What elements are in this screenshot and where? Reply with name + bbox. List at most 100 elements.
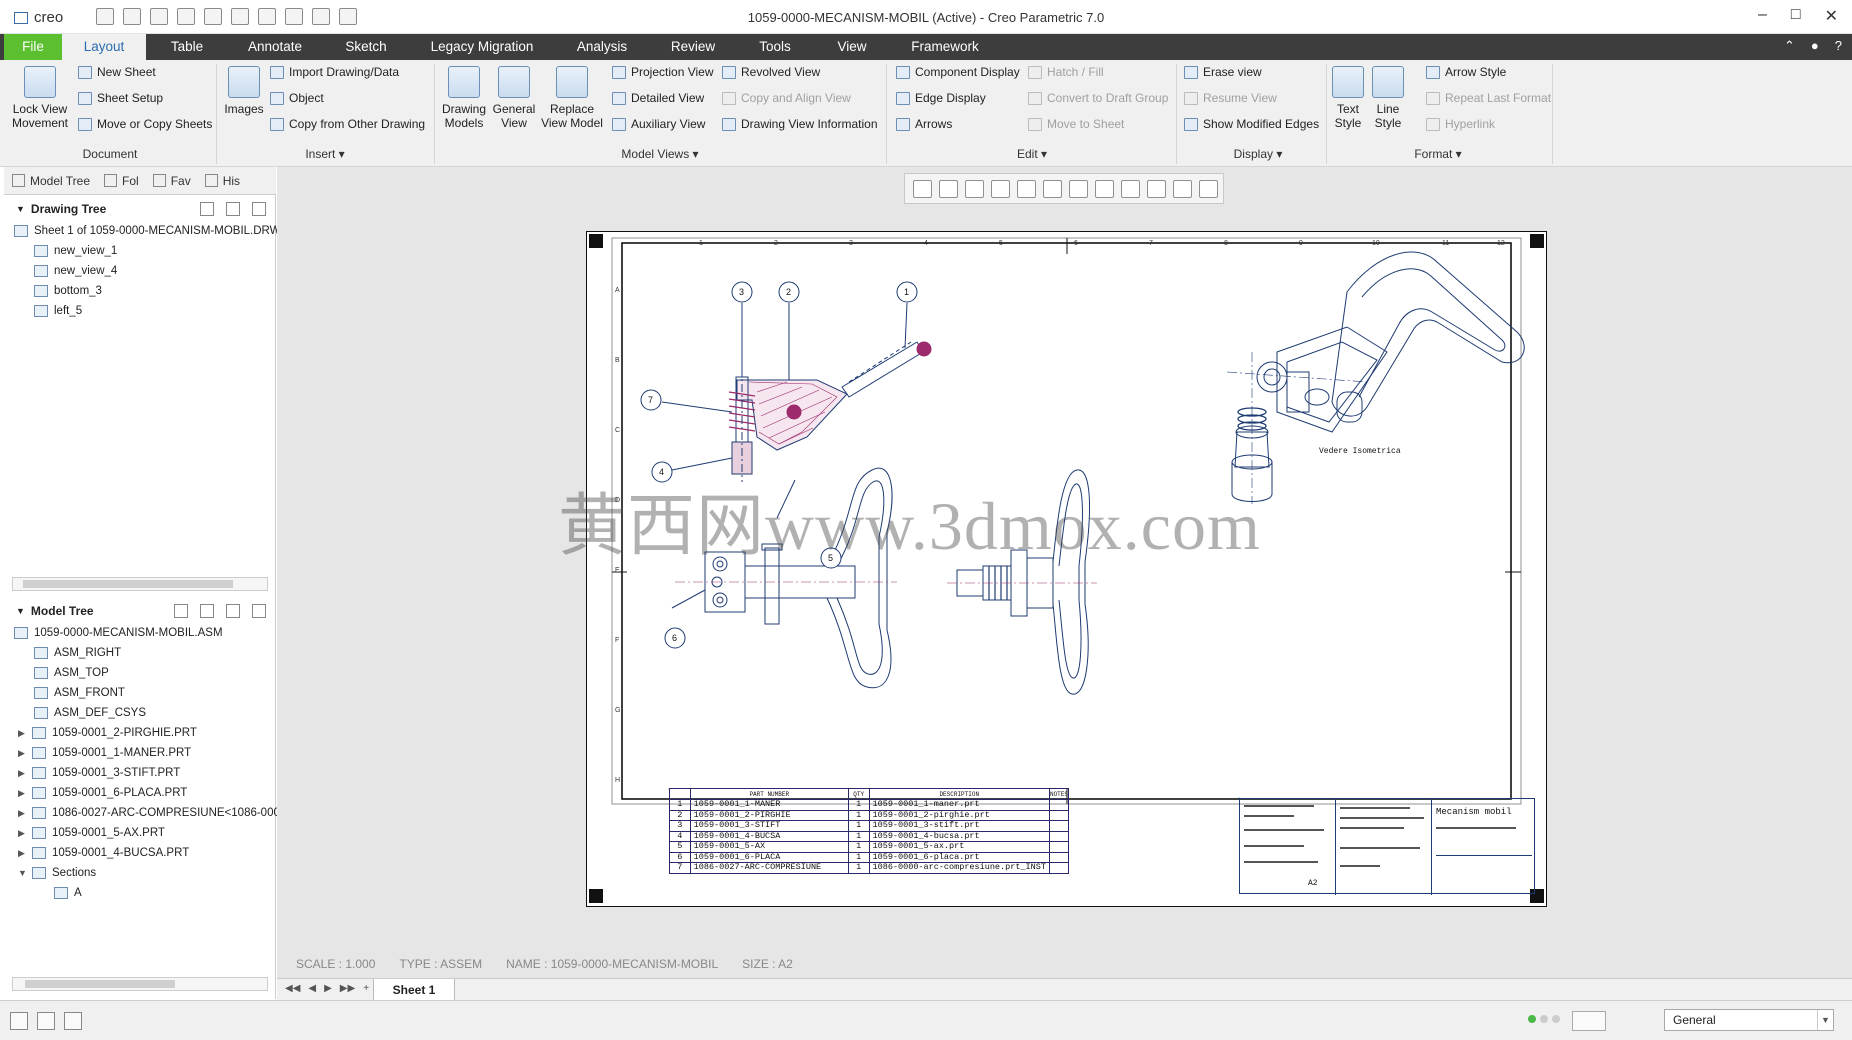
group-model-views-label[interactable]: Model Views ▾ (610, 147, 710, 161)
select-box-icon[interactable] (231, 8, 249, 25)
tab-legacy-migration[interactable]: Legacy Migration (420, 34, 544, 60)
detailed-view-button[interactable]: Detailed View (612, 91, 704, 105)
zoom-in-icon[interactable] (939, 179, 958, 198)
tab-tools[interactable]: Tools (740, 34, 810, 60)
sheet-setup-button[interactable]: Sheet Setup (78, 91, 163, 105)
datum-display-icon[interactable] (1095, 179, 1114, 198)
csys-display-icon[interactable] (1199, 179, 1218, 198)
tree-item-part[interactable]: ▶ 1059-0001_1-MANER.PRT (18, 743, 191, 763)
expand-icon[interactable]: ▶ (18, 783, 26, 803)
tree-item-datum-plane[interactable]: ASM_FRONT (34, 683, 125, 703)
point-display-icon[interactable] (1173, 179, 1192, 198)
component-display-button[interactable]: Component Display (896, 65, 1020, 79)
refit-icon[interactable] (913, 179, 932, 198)
expand-icon[interactable]: ▶ (18, 803, 26, 823)
scroll-thumb[interactable] (25, 980, 175, 988)
save-icon[interactable] (150, 8, 168, 25)
full-screen-icon[interactable] (64, 1012, 82, 1030)
hatch-fill-button[interactable]: Hatch / Fill (1028, 65, 1104, 79)
expand-icon[interactable]: ▶ (18, 763, 26, 783)
model-tree-scrollbar[interactable] (12, 977, 268, 991)
model-tree-header[interactable]: ▼ Model Tree (4, 599, 276, 623)
close-button[interactable]: ✕ (1825, 6, 1838, 26)
tab-review[interactable]: Review (655, 34, 731, 60)
lock-view-movement-button[interactable]: Lock View Movement (8, 66, 72, 130)
redo-icon[interactable] (204, 8, 222, 25)
scroll-thumb[interactable] (23, 580, 233, 588)
copy-align-view-button[interactable]: Copy and Align View (722, 91, 851, 105)
minimize-button[interactable]: – (1758, 6, 1767, 26)
first-sheet-icon[interactable]: ◀◀ (285, 983, 300, 994)
model-tree-dropdown-icon[interactable] (174, 604, 188, 618)
tree-item-part[interactable]: ▶ 1059-0001_2-PIRGHIE.PRT (18, 723, 197, 743)
tab-favorites[interactable]: Fav (152, 174, 191, 188)
display-style-icon[interactable] (1017, 179, 1036, 198)
group-insert-label[interactable]: Insert ▾ (290, 147, 360, 161)
tree-item-sections[interactable]: ▼ Sections (18, 863, 96, 883)
tree-item-part[interactable]: ▶ 1086-0027-ARC-COMPRESIUNE<1086-0000 (18, 803, 286, 823)
revolved-view-button[interactable]: Revolved View (722, 65, 820, 79)
tab-layout[interactable]: Layout (62, 34, 146, 60)
drawing-models-button[interactable]: Drawing Models (438, 66, 490, 130)
expand-icon[interactable]: ▶ (18, 823, 26, 843)
tree-item-part[interactable]: ▶ 1059-0001_3-STIFT.PRT (18, 763, 180, 783)
drawing-tree-header[interactable]: ▼ Drawing Tree (4, 197, 276, 221)
collapse-ribbon-icon[interactable]: ⌃ (1784, 38, 1795, 54)
tree-item-assembly[interactable]: 1059-0000-MECANISM-MOBIL.ASM (14, 623, 223, 643)
undo-icon[interactable] (177, 8, 195, 25)
tree-item-part[interactable]: ▶ 1059-0001_6-PLACA.PRT (18, 783, 187, 803)
regenerate-icon[interactable] (258, 8, 276, 25)
expand-icon[interactable]: ▶ (18, 723, 26, 743)
images-button[interactable]: Images (222, 66, 266, 116)
show-icon[interactable] (226, 202, 240, 216)
hyperlink-button[interactable]: Hyperlink (1426, 117, 1495, 131)
saved-views-icon[interactable] (1069, 179, 1088, 198)
erase-view-button[interactable]: Erase view (1184, 65, 1262, 79)
tree-item-section[interactable]: A (54, 883, 82, 903)
move-to-sheet-button[interactable]: Move to Sheet (1028, 117, 1124, 131)
user-icon[interactable]: ● (1811, 38, 1819, 54)
settings-icon[interactable] (200, 202, 214, 216)
auxiliary-view-button[interactable]: Auxiliary View (612, 117, 705, 131)
tab-annotate[interactable]: Annotate (230, 34, 320, 60)
navigator-toggle-icon[interactable] (10, 1012, 28, 1030)
tree-item-view[interactable]: new_view_1 (34, 241, 117, 261)
drawing-tree-scrollbar[interactable] (12, 577, 268, 591)
sheet-tab[interactable]: Sheet 1 (373, 979, 455, 1001)
close-window-icon[interactable] (312, 8, 330, 25)
browser-toggle-icon[interactable] (37, 1012, 55, 1030)
group-display-label[interactable]: Display ▾ (1218, 147, 1298, 161)
tab-sketch[interactable]: Sketch (326, 34, 406, 60)
prev-sheet-icon[interactable]: ◀ (308, 983, 316, 994)
object-button[interactable]: Object (270, 91, 324, 105)
edge-display-button[interactable]: Edge Display (896, 91, 986, 105)
line-style-button[interactable]: Line Style (1370, 66, 1406, 130)
expand-icon[interactable]: ▶ (18, 743, 26, 763)
zoom-out-icon[interactable] (965, 179, 984, 198)
collapse-icon[interactable]: ▼ (18, 863, 27, 883)
tree-item-csys[interactable]: ASM_DEF_CSYS (34, 703, 146, 723)
tab-history[interactable]: His (204, 174, 240, 188)
tab-folder-browser[interactable]: Fol (104, 174, 139, 188)
group-format-label[interactable]: Format ▾ (1400, 147, 1476, 161)
arrow-style-button[interactable]: Arrow Style (1426, 65, 1506, 79)
tree-item-view[interactable]: bottom_3 (34, 281, 102, 301)
expand-icon[interactable]: ▶ (18, 843, 26, 863)
copy-from-other-drawing-button[interactable]: Copy from Other Drawing (270, 117, 425, 131)
open-file-icon[interactable] (123, 8, 141, 25)
plane-display-icon[interactable] (1121, 179, 1140, 198)
projection-view-button[interactable]: Projection View (612, 65, 714, 79)
view-manager-icon[interactable] (1043, 179, 1062, 198)
general-view-button[interactable]: General View (490, 66, 538, 130)
repeat-last-format-button[interactable]: Repeat Last Format (1426, 91, 1551, 105)
show-modified-edges-button[interactable]: Show Modified Edges (1184, 117, 1319, 131)
filter-icon[interactable] (252, 202, 266, 216)
windows-icon[interactable] (285, 8, 303, 25)
replace-view-model-button[interactable]: Replace View Model (538, 66, 606, 130)
tree-item-datum-plane[interactable]: ASM_RIGHT (34, 643, 121, 663)
tree-item-view[interactable]: left_5 (34, 301, 82, 321)
tree-item-part[interactable]: ▶ 1059-0001_4-BUCSA.PRT (18, 843, 189, 863)
tab-framework[interactable]: Framework (900, 34, 990, 60)
settings-icon[interactable] (200, 604, 214, 618)
new-sheet-button[interactable]: New Sheet (78, 65, 156, 79)
